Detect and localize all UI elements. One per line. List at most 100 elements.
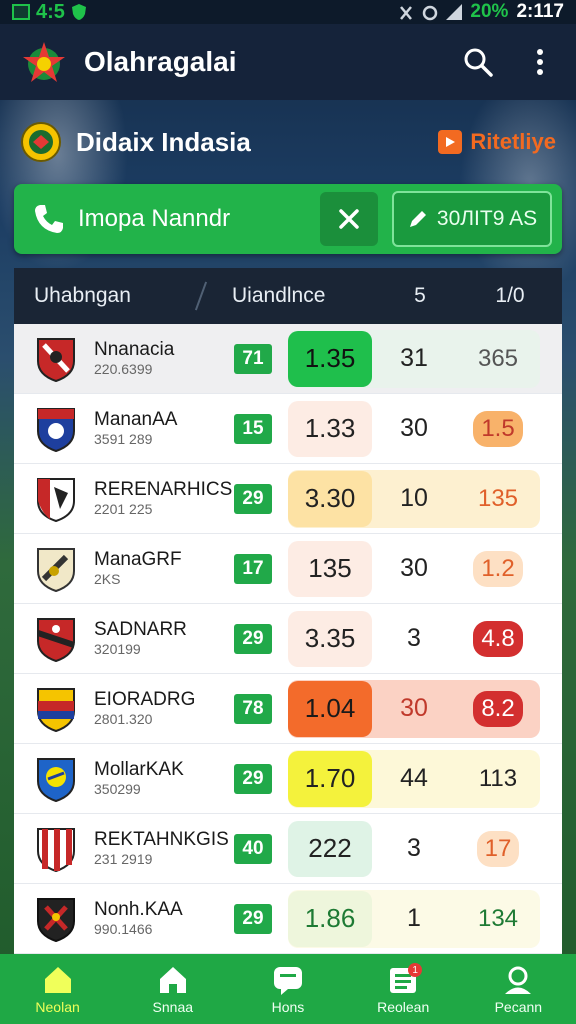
col3-value: 30	[400, 414, 428, 442]
table-row[interactable]: EIORADRG 2801.320 78 1.04 30 8.2	[14, 674, 562, 744]
rank-badge: 15	[234, 413, 272, 444]
table-header: Uhabngan Uiandlnce 5 1/0	[14, 268, 562, 324]
odds-cell[interactable]: 222	[288, 820, 372, 877]
col4-value: 17	[476, 830, 520, 867]
odds-cell[interactable]: 1.86	[288, 890, 372, 947]
more-vert-icon	[537, 49, 543, 75]
rank-badge: 29	[234, 903, 272, 934]
col3-value: 30	[400, 554, 428, 582]
nav-item-home[interactable]: Neolan	[3, 963, 113, 1015]
alarm-icon	[423, 5, 438, 21]
rank-badge: 78	[234, 693, 272, 724]
phone-icon	[35, 205, 63, 233]
search-icon	[464, 48, 493, 77]
team-crest-icon	[37, 477, 75, 522]
filter-input[interactable]: Imopa Nanndr	[78, 205, 320, 233]
league-emblem-icon	[21, 122, 61, 162]
status-right: 20% 2:117	[398, 1, 564, 23]
col3-value: 3	[407, 624, 421, 652]
nav-label: Reolean	[377, 999, 430, 1015]
odds-cell[interactable]: 1.33	[288, 400, 372, 457]
team-sub: 2201 225	[94, 500, 153, 517]
app-bar: Olahragalai	[0, 24, 576, 100]
team-sub: 320199	[94, 640, 141, 657]
live-label: Ritetliye	[470, 129, 556, 154]
odds-cell[interactable]: 3.35	[288, 610, 372, 667]
rank-badge: 71	[234, 343, 272, 374]
team-name: Nonh.KAA	[94, 898, 183, 920]
team-sub: 231 2919	[94, 850, 153, 867]
nav-item-profile[interactable]: Pecann	[463, 963, 573, 1015]
col4-value: 365	[477, 344, 519, 372]
rank-badge: 40	[234, 833, 272, 864]
status-left-text: 4:5	[36, 0, 65, 23]
team-name: ManaGRF	[94, 548, 182, 570]
col3-value: 10	[400, 484, 428, 512]
table-row[interactable]: Nnanacia 220.6399 71 1.35 31 365	[14, 324, 562, 394]
clock: 2:117	[516, 1, 564, 22]
table-row[interactable]: REKTAHNKGIS 231 2919 40 222 3 17	[14, 814, 562, 884]
close-icon	[339, 209, 359, 229]
filter-bar: Imopa Nanndr 30ЛIT9 AS	[14, 184, 562, 254]
shield-status-icon	[71, 4, 86, 20]
team-sub: 3591 289	[94, 430, 153, 447]
league-name: Didaix Indasia	[76, 126, 251, 157]
nav-item-chat[interactable]: Hons	[233, 963, 343, 1015]
table-row[interactable]: MananAA 3591 289 15 1.33 30 1.5	[14, 394, 562, 464]
table-row[interactable]: RERENARHICS 2201 225 29 3.30 10 135	[14, 464, 562, 534]
header-team: Uhabngan	[34, 284, 131, 307]
rank-badge: 17	[234, 553, 272, 584]
search-button[interactable]	[462, 46, 494, 78]
odds-cell[interactable]: 135	[288, 540, 372, 597]
overflow-menu-button[interactable]	[524, 46, 556, 78]
filter-action-label: 30ЛIT9 AS	[436, 207, 538, 230]
team-sub: 350299	[94, 780, 141, 797]
status-left: 4:5	[12, 1, 87, 24]
col3-value: 31	[400, 344, 428, 372]
pen-icon	[409, 211, 426, 227]
odds-cell[interactable]: 3.30	[288, 470, 372, 527]
col3-value: 1	[407, 904, 421, 932]
col4-value: 113	[478, 764, 518, 792]
team-name: REKTAHNKGIS	[94, 828, 229, 850]
team-crest-icon	[37, 897, 75, 942]
odds-cell[interactable]: 1.70	[288, 750, 372, 807]
battery-level: 20%	[470, 1, 509, 22]
header-col3: 5	[414, 284, 426, 307]
live-link[interactable]: Ritetliye	[438, 129, 556, 155]
filter-action-button[interactable]: 30ЛIT9 AS	[392, 191, 552, 247]
table-row[interactable]: Nonh.KAA 990.1466 29 1.86 1 134	[14, 884, 562, 954]
col4-value: 135	[477, 484, 519, 512]
team-crest-icon	[37, 617, 75, 662]
clear-button[interactable]	[320, 192, 378, 246]
team-crest-icon	[37, 547, 75, 592]
team-sub: 220.6399	[94, 360, 153, 377]
team-name: EIORADRG	[94, 688, 196, 710]
col4-value: 1.2	[473, 550, 523, 587]
signal-icon	[446, 4, 463, 20]
app-title: Olahragalai	[84, 46, 237, 77]
team-crest-icon	[37, 337, 75, 382]
house-icon	[159, 967, 186, 993]
odds-cell[interactable]: 1.35	[288, 330, 372, 387]
table-row[interactable]: ManaGRF 2KS 17 135 30 1.2	[14, 534, 562, 604]
odds-cell[interactable]: 1.04	[288, 680, 372, 737]
rank-badge: 29	[234, 763, 272, 794]
table-row[interactable]: SADNARR 320199 29 3.35 3 4.8	[14, 604, 562, 674]
play-icon	[438, 130, 463, 154]
status-bar: 4:5 20% 2:117	[0, 0, 576, 24]
nav-label: Hons	[271, 999, 305, 1015]
profile-icon	[505, 966, 532, 994]
col3-value: 30	[400, 694, 428, 722]
bottom-navigation: Neolan Snnaa Hons 1 Reolean Pecann	[0, 954, 576, 1024]
mute-icon	[400, 6, 413, 20]
header-col4: 1/0	[495, 284, 525, 307]
nav-label: Pecann	[494, 999, 543, 1015]
col4-value: 4.8	[473, 620, 523, 657]
col3-value: 44	[400, 764, 428, 792]
standings-table: Nnanacia 220.6399 71 1.35 31 365 MananAA 3…	[14, 324, 562, 954]
nav-item-list[interactable]: 1 Reolean	[348, 963, 458, 1015]
nav-item-second[interactable]: Snnaa	[118, 963, 228, 1015]
table-row[interactable]: MollarKAK 350299 29 1.70 44 113	[14, 744, 562, 814]
col3-value: 3	[407, 834, 421, 862]
